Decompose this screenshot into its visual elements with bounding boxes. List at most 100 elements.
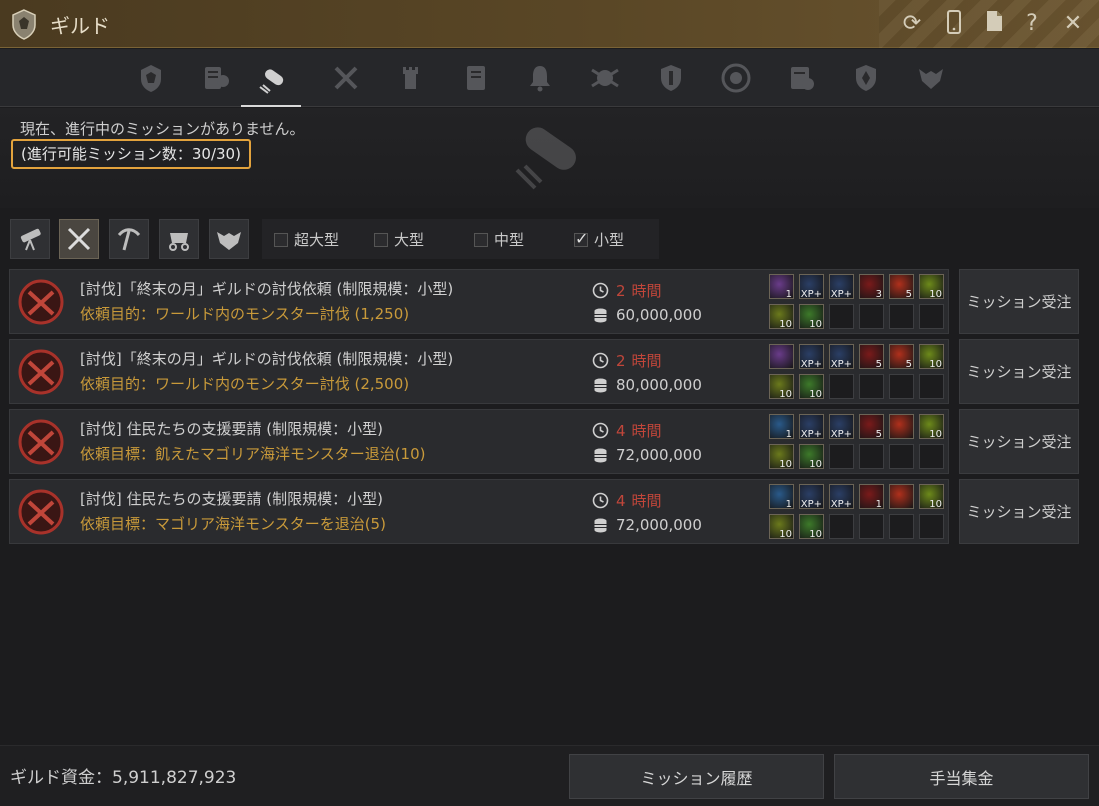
reward-item-icon[interactable]: 5	[859, 414, 884, 439]
reward-item-icon[interactable]: 10	[769, 304, 794, 329]
mission-row[interactable]: [討伐] 住民たちの支援要請 (制限規模：小型) 依頼目標：飢えたマゴリア海洋モ…	[9, 409, 949, 474]
shield-icon	[661, 65, 681, 91]
reward-item-icon[interactable]: 10	[919, 414, 944, 439]
filter-boss[interactable]	[209, 219, 249, 259]
reward-item-icon[interactable]: 5	[889, 344, 914, 369]
tab-member-list[interactable]	[186, 57, 246, 99]
reward-item-icon[interactable]: 1	[859, 484, 884, 509]
reward-item-icon[interactable]: EXP+	[829, 274, 854, 299]
reward-item-icon[interactable]: 10	[799, 514, 824, 539]
scroll-icon	[259, 69, 284, 94]
empty-reward-slot	[829, 444, 854, 469]
reward-quantity: 10	[809, 459, 822, 469]
tab-tower[interactable]	[380, 57, 440, 99]
reward-item-icon[interactable]: EXP+	[799, 484, 824, 509]
mobile-icon[interactable]	[940, 10, 968, 38]
tab-notice-board[interactable]	[446, 57, 506, 99]
close-icon[interactable]: ✕	[1059, 10, 1087, 38]
reward-item-icon[interactable]	[889, 484, 914, 509]
reward-item-icon[interactable]: 1	[769, 484, 794, 509]
mission-title: [討伐]「終末の月」ギルドの討伐依頼 (制限規模：小型)	[80, 350, 454, 368]
tab-crossed-weapons[interactable]	[316, 57, 376, 99]
reward-item-icon[interactable]: EXP+	[799, 344, 824, 369]
empty-reward-slot	[859, 374, 884, 399]
reward-item-icon[interactable]: 10	[769, 514, 794, 539]
size-filter-small[interactable]: 小型	[574, 229, 624, 250]
size-filter-large[interactable]: 大型	[374, 229, 424, 250]
reward-item-icon[interactable]: EXP+	[829, 344, 854, 369]
reward-quantity: EXP+	[800, 429, 822, 439]
filter-subjugation[interactable]	[59, 219, 99, 259]
reward-item-icon[interactable]: 5	[889, 274, 914, 299]
size-filter-bar: 超大型 大型 中型 小型	[262, 219, 659, 259]
reward-item-icon[interactable]: EXP+	[799, 414, 824, 439]
refresh-icon[interactable]: ⟳	[898, 10, 926, 38]
mission-row[interactable]: [討伐] 住民たちの支援要請 (制限規模：小型) 依頼目標：マゴリア海洋モンスタ…	[9, 479, 949, 544]
tab-war[interactable]	[575, 57, 635, 99]
reward-item-icon[interactable]: 10	[799, 304, 824, 329]
mission-goal: 依頼目標：マゴリア海洋モンスターを退治(5)	[80, 515, 386, 533]
war-icon	[591, 68, 619, 88]
tab-defense[interactable]	[641, 57, 701, 99]
mission-row[interactable]: [討伐]「終末の月」ギルドの討伐依頼 (制限規模：小型) 依頼目的：ワールド内の…	[9, 269, 949, 334]
allowance-collect-button[interactable]: 手当集金	[834, 754, 1089, 799]
reward-item-icon[interactable]	[769, 344, 794, 369]
reward-quantity: 1	[875, 499, 882, 509]
tab-guild-crest[interactable]	[121, 57, 181, 99]
xlarge-checkbox[interactable]	[274, 232, 288, 247]
reward-item-icon[interactable]	[889, 414, 914, 439]
accept-mission-button[interactable]: ミッション受注	[959, 479, 1079, 544]
size-filter-xlarge[interactable]: 超大型	[274, 229, 339, 250]
accept-mission-button[interactable]: ミッション受注	[959, 339, 1079, 404]
reward-item-icon[interactable]: 1	[769, 274, 794, 299]
reward-quantity: 10	[929, 429, 942, 439]
small-checkbox[interactable]	[574, 229, 588, 248]
tab-missions[interactable]	[241, 55, 301, 107]
reward-item-icon[interactable]: 1	[769, 414, 794, 439]
document-icon[interactable]	[980, 10, 1008, 38]
reward-item-icon[interactable]: EXP+	[799, 274, 824, 299]
reward-item-icon[interactable]: 10	[769, 374, 794, 399]
tab-alliance[interactable]	[836, 57, 896, 99]
accept-mission-button[interactable]: ミッション受注	[959, 409, 1079, 474]
reward-item-icon[interactable]: EXP+	[829, 414, 854, 439]
guild-crest-icon	[141, 65, 161, 92]
filter-exploration[interactable]	[10, 219, 50, 259]
mission-history-button[interactable]: ミッション履歴	[569, 754, 824, 799]
mission-row[interactable]: [討伐]「終末の月」ギルドの討伐依頼 (制限規模：小型) 依頼目的：ワールド内の…	[9, 339, 949, 404]
scroll-watermark-icon	[515, 127, 576, 190]
filter-trade[interactable]	[159, 219, 199, 259]
carriage-icon	[169, 233, 189, 251]
tab-emblem[interactable]	[706, 57, 766, 99]
tab-beast[interactable]	[901, 57, 961, 99]
subjugation-mission-icon	[18, 279, 64, 325]
empty-reward-slot	[919, 374, 944, 399]
reward-item-icon[interactable]: EXP+	[829, 484, 854, 509]
help-icon[interactable]: ?	[1018, 10, 1046, 38]
reward-item-icon[interactable]: 10	[769, 444, 794, 469]
reward-item-icon[interactable]: 3	[859, 274, 884, 299]
clock-icon	[592, 492, 609, 509]
reward-item-icon[interactable]: 10	[799, 444, 824, 469]
tab-record[interactable]	[771, 57, 831, 99]
reward-item-icon[interactable]: 10	[919, 344, 944, 369]
filter-gathering[interactable]	[109, 219, 149, 259]
reward-item-icon[interactable]: 10	[919, 484, 944, 509]
reward-quantity: 1	[785, 499, 792, 509]
reward-quantity: EXP+	[800, 289, 822, 299]
reward-item-icon[interactable]: 10	[799, 374, 824, 399]
reward-quantity: 10	[929, 359, 942, 369]
size-label: 中型	[494, 231, 525, 249]
size-label: 小型	[594, 231, 625, 249]
tab-notifications[interactable]	[510, 57, 570, 99]
reward-quantity: EXP+	[800, 499, 822, 509]
medium-checkbox[interactable]	[474, 232, 488, 247]
clock-icon	[592, 422, 609, 439]
empty-reward-slot	[889, 304, 914, 329]
accept-mission-button[interactable]: ミッション受注	[959, 269, 1079, 334]
reward-item-icon[interactable]: 5	[859, 344, 884, 369]
size-filter-medium[interactable]: 中型	[474, 229, 524, 250]
reward-item-icon[interactable]: 10	[919, 274, 944, 299]
large-checkbox[interactable]	[374, 232, 388, 247]
crossed-swords-icon	[67, 227, 91, 251]
